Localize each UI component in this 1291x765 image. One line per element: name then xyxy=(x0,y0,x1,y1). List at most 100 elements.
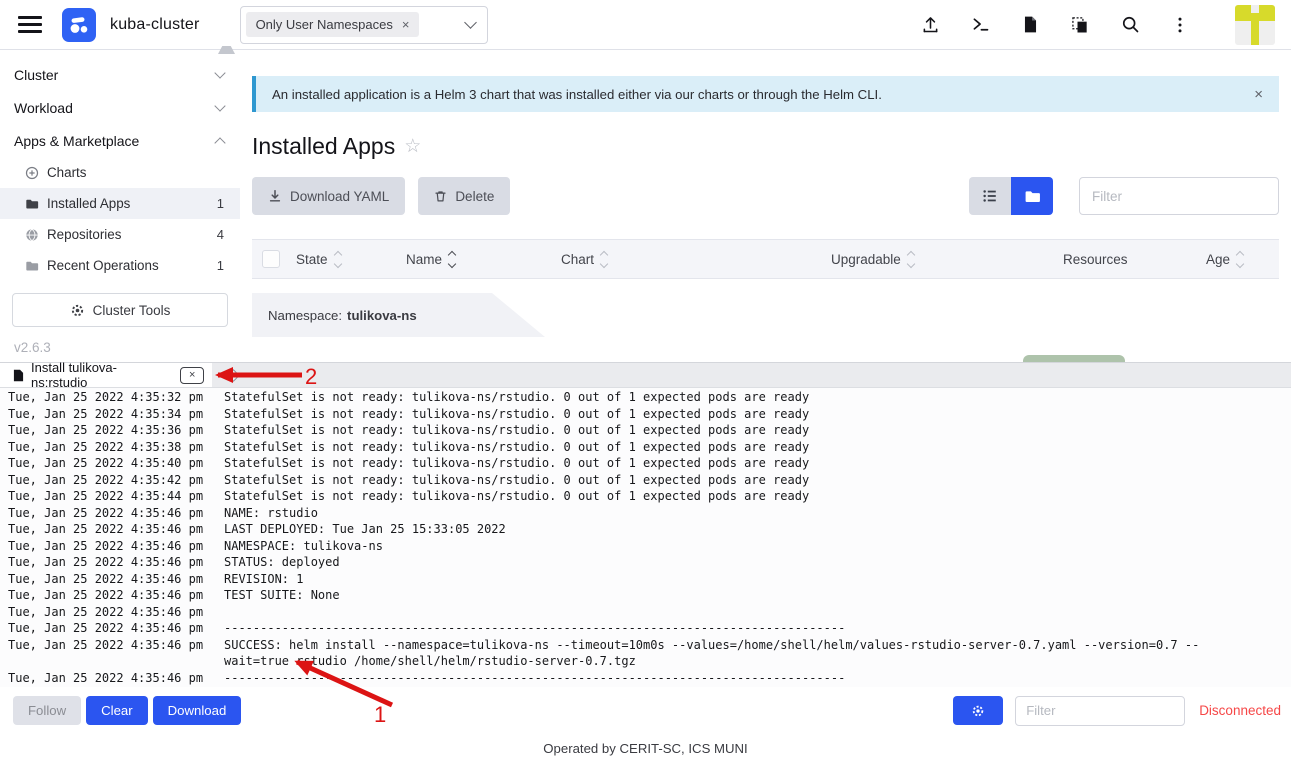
sidebar-group-label: Apps & Marketplace xyxy=(14,133,139,149)
favorite-star-icon[interactable]: ☆ xyxy=(404,137,421,156)
kebab-menu-icon[interactable] xyxy=(1169,14,1191,36)
column-label: Name xyxy=(406,252,442,267)
folder-icon xyxy=(1024,188,1041,205)
header-actions xyxy=(919,5,1275,45)
column-header-upgradable[interactable]: Upgradable xyxy=(819,252,1051,267)
log-line: Tue, Jan 25 2022 4:35:46 pm STATUS: depl… xyxy=(0,554,1291,571)
log-line: Tue, Jan 25 2022 4:35:44 pm StatefulSet … xyxy=(0,488,1291,505)
follow-button[interactable]: Follow xyxy=(13,696,81,725)
sidebar-group-label: Workload xyxy=(14,100,73,116)
log-line-message: StatefulSet is not ready: tulikova-ns/rs… xyxy=(224,488,1291,505)
table-filter-input[interactable] xyxy=(1079,177,1279,215)
circle-plus-icon xyxy=(24,165,39,180)
content-row: Cluster Workload Apps & Marketplace Char… xyxy=(0,50,1291,362)
log-panel: Install tulikova-ns:rstudio × Tue, Jan 2… xyxy=(0,362,1291,734)
download-yaml-label: Download YAML xyxy=(290,189,389,204)
grouped-view-toggle[interactable] xyxy=(1011,177,1053,215)
namespace-group-row: Namespace: tulikova-ns xyxy=(252,293,545,337)
panel-resize-handle[interactable] xyxy=(227,369,240,382)
sidebar-item-charts[interactable]: Charts xyxy=(0,157,240,188)
banner-close-icon[interactable]: × xyxy=(1254,86,1263,103)
list-view-toggle[interactable] xyxy=(969,177,1011,215)
log-line-timestamp: Tue, Jan 25 2022 4:35:46 pm xyxy=(0,554,224,571)
kubectl-shell-icon[interactable] xyxy=(969,14,991,36)
log-line: Tue, Jan 25 2022 4:35:38 pm StatefulSet … xyxy=(0,439,1291,456)
sidebar-group-workload[interactable]: Workload xyxy=(0,91,240,124)
chevron-down-icon xyxy=(214,100,225,111)
log-line-message: StatefulSet is not ready: tulikova-ns/rs… xyxy=(224,406,1291,423)
log-line: Tue, Jan 25 2022 4:35:34 pm StatefulSet … xyxy=(0,406,1291,423)
view-toggle xyxy=(969,177,1053,215)
log-filter-input[interactable] xyxy=(1015,696,1185,726)
log-line-timestamp: Tue, Jan 25 2022 4:35:46 pm xyxy=(0,521,224,538)
copy-kubeconfig-icon[interactable] xyxy=(1069,14,1091,36)
sidebar-item-label: Repositories xyxy=(47,227,121,242)
namespace-filter-tag[interactable]: Only User Namespaces × xyxy=(246,12,420,37)
log-line-timestamp: Tue, Jan 25 2022 4:35:40 pm xyxy=(0,455,224,472)
sidebar-group-apps-marketplace[interactable]: Apps & Marketplace xyxy=(0,124,240,157)
globe-icon xyxy=(24,227,39,242)
log-panel-footer: Follow Clear Download Disconnected xyxy=(0,687,1291,734)
page-footer: Operated by CERIT-SC, ICS MUNI xyxy=(0,734,1291,765)
sidebar-group-label: Cluster xyxy=(14,67,58,83)
log-line-timestamp: Tue, Jan 25 2022 4:35:32 pm xyxy=(0,389,224,406)
log-line: Tue, Jan 25 2022 4:35:46 pm xyxy=(0,604,1291,621)
sidebar-item-label: Charts xyxy=(47,165,86,180)
trash-icon xyxy=(434,189,447,203)
chevron-down-icon xyxy=(464,16,477,29)
sort-carets-icon xyxy=(449,252,455,267)
rancher-logo-glyph xyxy=(67,13,91,37)
log-line-timestamp: Tue, Jan 25 2022 4:35:34 pm xyxy=(0,406,224,423)
log-tab[interactable]: Install tulikova-ns:rstudio × xyxy=(0,363,212,387)
clear-button[interactable]: Clear xyxy=(86,696,148,725)
log-line-message: StatefulSet is not ready: tulikova-ns/rs… xyxy=(224,472,1291,489)
cluster-tools-label: Cluster Tools xyxy=(93,303,171,318)
log-line: Tue, Jan 25 2022 4:35:46 pm NAMESPACE: t… xyxy=(0,538,1291,555)
page-icon xyxy=(13,369,24,382)
column-label: Age xyxy=(1206,252,1230,267)
sidebar-item-repositories[interactable]: Repositories 4 xyxy=(0,219,240,250)
column-header-chart[interactable]: Chart xyxy=(549,252,819,267)
log-output: Tue, Jan 25 2022 4:35:32 pm StatefulSet … xyxy=(0,388,1291,687)
column-header-age[interactable]: Age xyxy=(1194,252,1279,267)
version-label: v2.6.3 xyxy=(14,340,240,355)
list-icon xyxy=(982,188,998,204)
hamburger-menu-icon[interactable] xyxy=(18,16,42,33)
page-footer-text: Operated by CERIT-SC, ICS MUNI xyxy=(543,741,747,756)
log-line-message: StatefulSet is not ready: tulikova-ns/rs… xyxy=(224,389,1291,406)
column-label: Resources xyxy=(1063,252,1128,267)
search-icon[interactable] xyxy=(1119,14,1141,36)
column-header-name[interactable]: Name xyxy=(394,252,549,267)
log-line-timestamp: Tue, Jan 25 2022 4:35:44 pm xyxy=(0,488,224,505)
app-window: kuba-cluster Only User Namespaces × xyxy=(0,0,1291,765)
cluster-tools-button[interactable]: Cluster Tools xyxy=(12,293,228,327)
download-yaml-button[interactable]: Download YAML xyxy=(252,177,405,215)
log-line: Tue, Jan 25 2022 4:35:46 pm REVISION: 1 xyxy=(0,571,1291,588)
select-all-checkbox[interactable] xyxy=(262,250,280,268)
download-kubeconfig-icon[interactable] xyxy=(1019,14,1041,36)
log-line-message: SUCCESS: helm install --namespace=tuliko… xyxy=(224,637,1291,670)
tag-remove-icon[interactable]: × xyxy=(402,18,410,31)
delete-button[interactable]: Delete xyxy=(418,177,510,215)
namespace-filter-dropdown[interactable]: Only User Namespaces × xyxy=(240,6,488,44)
folder-icon xyxy=(24,196,39,211)
column-label: Upgradable xyxy=(831,252,901,267)
column-header-state[interactable]: State xyxy=(284,252,394,267)
import-yaml-icon[interactable] xyxy=(919,14,941,36)
sidebar-item-recent-operations[interactable]: Recent Operations 1 xyxy=(0,250,240,281)
log-line-timestamp: Tue, Jan 25 2022 4:35:46 pm xyxy=(0,620,224,637)
user-avatar[interactable] xyxy=(1235,5,1275,45)
log-line-timestamp: Tue, Jan 25 2022 4:35:42 pm xyxy=(0,472,224,489)
download-button[interactable]: Download xyxy=(153,696,242,725)
rancher-logo-icon[interactable] xyxy=(62,8,96,42)
log-line-timestamp: Tue, Jan 25 2022 4:35:46 pm xyxy=(0,587,224,604)
log-line-timestamp: Tue, Jan 25 2022 4:35:46 pm xyxy=(0,670,224,687)
log-line-timestamp: Tue, Jan 25 2022 4:35:38 pm xyxy=(0,439,224,456)
log-line-timestamp: Tue, Jan 25 2022 4:35:46 pm xyxy=(0,604,224,621)
log-line: Tue, Jan 25 2022 4:35:40 pm StatefulSet … xyxy=(0,455,1291,472)
log-settings-button[interactable] xyxy=(953,696,1003,725)
sidebar-item-installed-apps[interactable]: Installed Apps 1 xyxy=(0,188,240,219)
log-tab-close-icon[interactable]: × xyxy=(180,367,204,384)
sidebar-group-cluster[interactable]: Cluster xyxy=(0,58,240,91)
log-line-message: STATUS: deployed xyxy=(224,554,1291,571)
